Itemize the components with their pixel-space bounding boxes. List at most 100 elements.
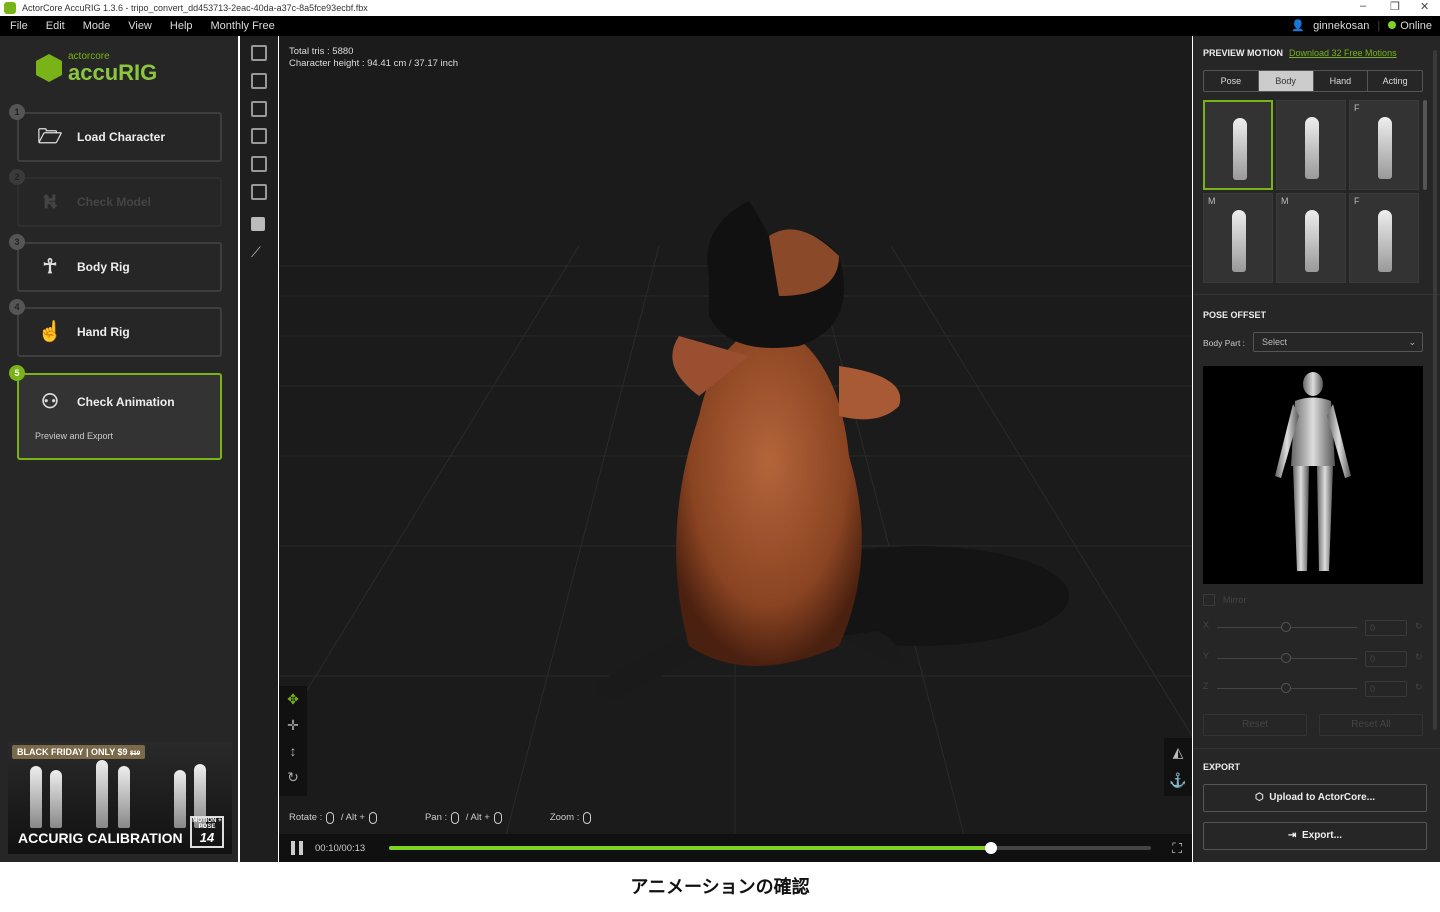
menu-help[interactable]: Help — [170, 20, 193, 32]
menu-mode[interactable]: Mode — [83, 20, 111, 32]
reset-icon[interactable]: ↻ — [1415, 682, 1423, 693]
upload-actorcore-button[interactable]: ⬡ Upload to ActorCore... — [1203, 784, 1427, 812]
vertical-move-icon[interactable]: ↕ — [279, 738, 307, 764]
step-check-animation[interactable]: 5 ⚇ Check Animation Preview and Export — [9, 365, 222, 460]
x-slider[interactable] — [1281, 622, 1291, 632]
body-icon: ☥ — [42, 256, 58, 278]
y-spinbox[interactable]: 0 — [1365, 651, 1407, 667]
download-motions-link[interactable]: Download 32 Free Motions — [1289, 48, 1397, 58]
mouse-icon — [326, 812, 335, 824]
reset-button[interactable]: Reset — [1203, 714, 1307, 736]
pose-preview — [1203, 366, 1423, 584]
thumbs-scrollbar[interactable] — [1423, 100, 1427, 190]
z-spinbox[interactable]: 0 — [1365, 681, 1407, 697]
promo-tag: BLACK FRIDAY | ONLY $9 $19 — [12, 745, 146, 759]
mouse-icon — [493, 812, 502, 824]
mirror-label: Mirror — [1223, 595, 1247, 605]
left-panel: actorcore accuRIG 1 🗁 Load Character 2 ⛕ … — [0, 36, 238, 862]
title-bar: ActorCore AccuRIG 1.3.6 - tripo_convert_… — [0, 0, 1440, 16]
reset-icon[interactable]: ↻ — [1415, 621, 1423, 632]
right-panel: PREVIEW MOTION Download 32 Free Motions P… — [1193, 36, 1440, 862]
view-bottom-icon[interactable] — [251, 184, 267, 200]
view-top-icon[interactable] — [251, 156, 267, 172]
pause-button[interactable] — [291, 841, 303, 855]
step-number: 1 — [9, 104, 25, 120]
timeline-slider[interactable] — [389, 842, 1151, 854]
right-panel-scrollbar[interactable] — [1433, 50, 1437, 730]
export-heading: EXPORT — [1203, 762, 1241, 772]
folder-download-icon: 🗁 — [37, 126, 63, 148]
step-label: Hand Rig — [77, 325, 130, 339]
close-button[interactable]: ✕ — [1420, 0, 1429, 13]
view-back-icon[interactable] — [251, 73, 267, 89]
step-body-rig[interactable]: 3 ☥ Body Rig — [9, 234, 222, 292]
mirror-checkbox[interactable] — [1203, 594, 1215, 606]
orbit-icon[interactable]: ✥ — [279, 686, 307, 712]
body-part-label: Body Part : — [1203, 338, 1246, 348]
reset-icon[interactable]: ↻ — [1415, 652, 1423, 663]
view-front-icon[interactable] — [251, 45, 267, 61]
export-button[interactable]: ⇥ Export... — [1203, 822, 1427, 850]
chevron-down-icon: ⌄ — [1408, 337, 1416, 347]
menu-view[interactable]: View — [128, 20, 152, 32]
move-icon[interactable]: ✛ — [279, 712, 307, 738]
motion-tabs: Pose Body Hand Acting — [1203, 70, 1423, 92]
hand-icon: ☝ — [37, 321, 63, 343]
motion-thumb[interactable] — [1276, 100, 1346, 190]
mouse-hints: Rotate : / Alt + Pan : / Alt + Zoom : — [289, 812, 595, 824]
view-toolbar: ⟋ — [240, 36, 278, 862]
3d-viewport[interactable]: Total tris : 5880 Character height : 94.4… — [279, 36, 1192, 862]
motion-thumb[interactable]: M — [1203, 193, 1273, 283]
fullscreen-icon[interactable]: ⛶ — [1172, 840, 1182, 857]
motion-thumb[interactable] — [1203, 100, 1273, 190]
menu-file[interactable]: File — [10, 20, 28, 32]
step-label: Load Character — [77, 130, 166, 144]
offset-z-row: Z 0 ↻ — [1203, 681, 1429, 697]
y-slider[interactable] — [1281, 653, 1291, 663]
view-right-icon[interactable] — [251, 128, 267, 144]
export-icon: ⇥ — [1288, 830, 1297, 841]
x-spinbox[interactable]: 0 — [1365, 620, 1407, 636]
mirror-view-icon[interactable]: ◭ — [1164, 738, 1192, 766]
tab-body[interactable]: Body — [1258, 71, 1314, 91]
playback-time: 00:10/00:13 — [315, 842, 366, 854]
ground-icon[interactable]: ⚓ — [1164, 766, 1192, 794]
logo-icon — [36, 54, 62, 82]
username[interactable]: ginnekosan — [1313, 20, 1369, 32]
z-slider[interactable] — [1281, 683, 1291, 693]
view-buttons: ◭ ⚓ — [1164, 738, 1192, 796]
shading-cube-icon[interactable] — [251, 217, 265, 231]
tpose-icon: ⛕ — [42, 191, 58, 213]
motion-thumb[interactable]: M — [1276, 193, 1346, 283]
motion-thumb[interactable]: F — [1349, 193, 1419, 283]
motion-thumb[interactable]: F — [1349, 100, 1419, 190]
step-hand-rig[interactable]: 4 ☝ Hand Rig — [9, 299, 222, 357]
step-label: Check Model — [77, 195, 152, 209]
grid-floor — [279, 201, 1192, 862]
view-left-icon[interactable] — [251, 101, 267, 117]
total-tris: Total tris : 5880 — [289, 46, 354, 57]
menu-edit[interactable]: Edit — [46, 20, 65, 32]
tab-acting[interactable]: Acting — [1368, 71, 1422, 91]
bone-icon[interactable]: ⟋ — [251, 244, 261, 261]
menu-monthly-free[interactable]: Monthly Free — [211, 20, 275, 32]
minimize-button[interactable]: – — [1360, 0, 1366, 12]
step-sublabel: Preview and Export — [35, 431, 114, 441]
mouse-icon — [368, 812, 377, 824]
promo-banner[interactable]: BLACK FRIDAY | ONLY $9 $19 ACCURIG CALIB… — [8, 742, 232, 854]
body-part-select[interactable]: Select ⌄ — [1253, 332, 1423, 352]
app-icon — [4, 2, 16, 14]
step-load-character[interactable]: 1 🗁 Load Character — [9, 104, 222, 162]
playback-bar: 00:10/00:13 ⛶ — [279, 834, 1192, 862]
caption: アニメーションの確認 — [0, 862, 1440, 912]
menu-bar: File Edit Mode View Help Monthly Free 👤 … — [0, 16, 1440, 36]
tab-hand[interactable]: Hand — [1314, 71, 1369, 91]
restore-button[interactable]: ❐ — [1390, 0, 1400, 13]
motion-thumbnails: F M M F — [1203, 100, 1419, 283]
rotate-icon[interactable]: ↻ — [279, 764, 307, 790]
timeline-fill — [389, 846, 991, 850]
reset-all-button[interactable]: Reset All — [1319, 714, 1423, 736]
timeline-knob[interactable] — [984, 842, 997, 854]
window-title: ActorCore AccuRIG 1.3.6 - tripo_convert_… — [22, 3, 368, 13]
tab-pose[interactable]: Pose — [1204, 71, 1259, 91]
